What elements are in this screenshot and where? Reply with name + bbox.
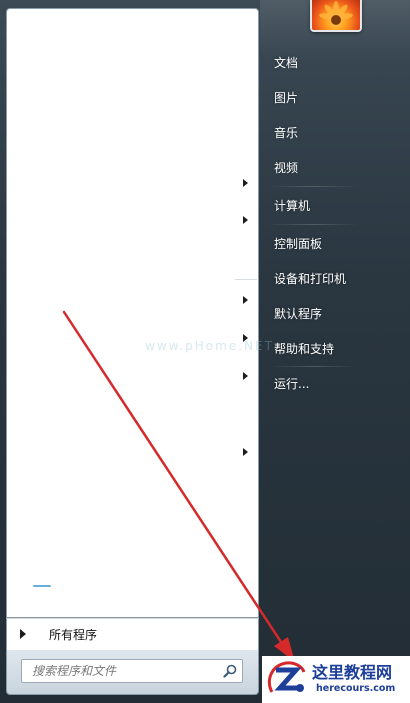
menu-item-control-panel[interactable]: 控制面板	[274, 235, 322, 252]
menu-item-devices-printers[interactable]: 设备和打印机	[274, 270, 346, 287]
watermark-text: www.pHome.NET	[145, 339, 274, 353]
all-programs-button[interactable]: 所有程序	[6, 618, 259, 650]
search-icon[interactable]	[223, 664, 237, 678]
menu-item-pictures[interactable]: 图片	[274, 89, 298, 106]
site-logo: 这里教程网 herecours.com	[262, 656, 410, 703]
triangle-right-icon	[20, 629, 26, 639]
menu-item-videos[interactable]: 视频	[274, 159, 298, 176]
submenu-arrow-icon[interactable]	[243, 179, 248, 187]
logo-url: herecours.com	[316, 683, 396, 694]
submenu-arrow-icon[interactable]	[243, 216, 248, 224]
menu-separator	[268, 224, 358, 225]
logo-mark-icon	[267, 661, 306, 693]
submenu-arrow-icon[interactable]	[243, 372, 248, 380]
menu-item-music[interactable]: 音乐	[274, 124, 298, 141]
all-programs-label: 所有程序	[49, 628, 98, 642]
pane-separator	[235, 279, 257, 280]
scroll-hint-line	[33, 585, 51, 587]
start-menu: www.pHome.NET 所有程序 文档	[0, 0, 410, 703]
menu-separator	[268, 366, 358, 367]
menu-item-help-support[interactable]: 帮助和支持	[274, 340, 334, 357]
search-area	[6, 650, 259, 695]
program-list-pane: www.pHome.NET	[6, 8, 272, 618]
submenu-arrow-icon[interactable]	[243, 448, 248, 456]
menu-item-documents[interactable]: 文档	[274, 54, 298, 71]
menu-item-computer[interactable]: 计算机	[274, 197, 310, 214]
logo-title: 这里教程网	[312, 663, 393, 682]
menu-item-default-programs[interactable]: 默认程序	[274, 305, 322, 322]
menu-separator	[268, 186, 358, 187]
submenu-arrow-icon[interactable]	[243, 296, 248, 304]
search-box[interactable]	[21, 659, 243, 683]
flower-icon	[319, 1, 353, 25]
search-input[interactable]	[22, 660, 217, 682]
user-avatar[interactable]	[310, 0, 362, 32]
menu-item-run[interactable]: 运行...	[274, 375, 309, 392]
